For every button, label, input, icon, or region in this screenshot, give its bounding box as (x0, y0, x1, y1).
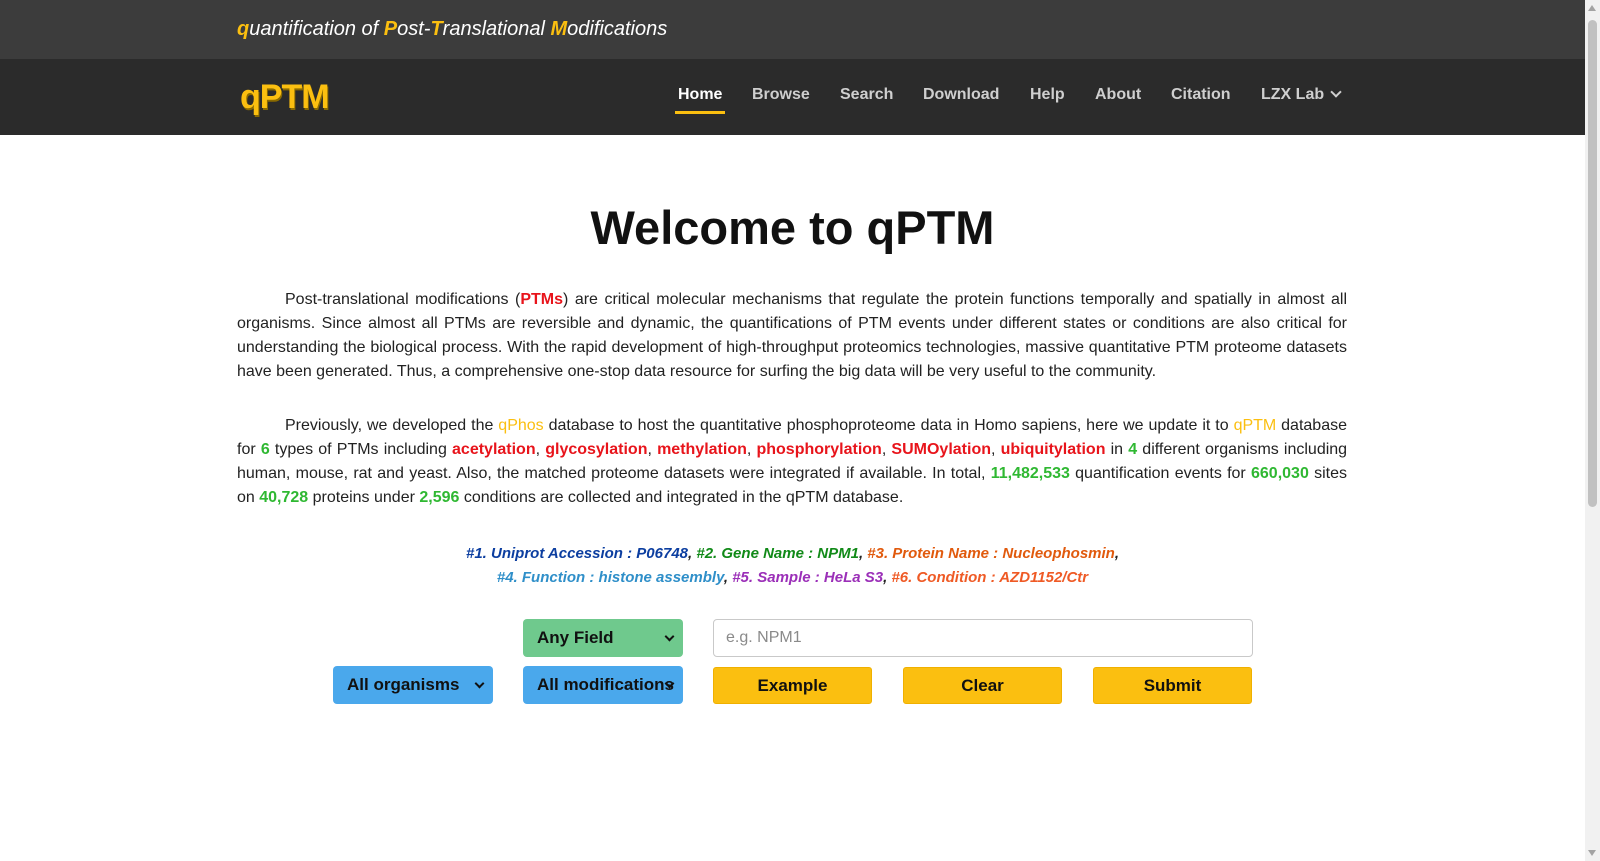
nav-about[interactable]: About (1095, 86, 1141, 104)
example-line-1: #1. Uniprot Accession : P06748, #2. Gene… (0, 542, 1585, 566)
summary-text-j: conditions are collected and integrated … (459, 489, 904, 506)
summary-text-i: proteins under (308, 489, 420, 506)
intro-text-a: Post-translational modifications ( (285, 291, 521, 308)
qptm-highlight: qPTM (1233, 417, 1277, 434)
tagline-m: M (550, 18, 568, 40)
submit-button[interactable]: Submit (1093, 667, 1252, 704)
tagline-q: q (237, 18, 250, 40)
example-protein-name[interactable]: #3. Protein Name : Nucleophosmin (867, 545, 1115, 562)
organism-select-value: All organisms (347, 675, 460, 694)
nav-lzx-lab-dropdown[interactable]: LZX Lab (1261, 86, 1342, 104)
separator: , (881, 441, 892, 458)
condition-count: 2,596 (419, 489, 460, 506)
ptms-highlight: PTMs (520, 291, 563, 308)
tagline-p: P (383, 18, 398, 40)
clear-button[interactable]: Clear (903, 667, 1062, 704)
tagline-t: T (430, 18, 443, 40)
tagline-bar: quantification of Post-Translational Mod… (0, 0, 1585, 59)
example-sample[interactable]: #5. Sample : HeLa S3 (732, 569, 883, 586)
scrollbar-thumb[interactable] (1588, 20, 1597, 507)
mod-acetylation: acetylation (452, 441, 536, 458)
summary-text-g: quantification events for (1069, 465, 1251, 482)
chevron-down-icon (664, 631, 675, 642)
separator: , (723, 569, 733, 586)
modification-select-value: All modifications (537, 675, 674, 694)
field-select-value: Any Field (537, 628, 614, 647)
mod-ubiquitylation: ubiquitylation (1000, 441, 1106, 458)
summary-text-a: Previously, we developed the (285, 417, 499, 434)
example-uniprot-accession[interactable]: #1. Uniprot Accession : P06748 (466, 545, 688, 562)
site-tagline: quantification of Post-Translational Mod… (237, 18, 667, 41)
scroll-down-arrow-icon[interactable] (1588, 850, 1596, 856)
example-gene-name[interactable]: #2. Gene Name : NPM1 (696, 545, 859, 562)
example-line-2: #4. Function : histone assembly, #5. Sam… (0, 566, 1585, 590)
nav-citation[interactable]: Citation (1171, 86, 1231, 104)
modification-select[interactable]: All modifications (523, 666, 683, 704)
event-count: 11,482,533 (990, 465, 1070, 482)
tagline-m-rest: odifications (567, 18, 668, 40)
nav-browse[interactable]: Browse (752, 86, 810, 104)
mod-glycosylation: glycosylation (545, 441, 648, 458)
ptm-type-count: 6 (260, 441, 270, 458)
organism-select[interactable]: All organisms (333, 666, 493, 704)
page-scrollbar[interactable] (1585, 0, 1600, 861)
intro-paragraph: Post-translational modifications (PTMs) … (237, 288, 1347, 384)
separator: , (535, 441, 546, 458)
example-condition[interactable]: #6. Condition : AZD1152/Ctr (891, 569, 1088, 586)
example-function[interactable]: #4. Function : histone assembly (497, 569, 724, 586)
mod-sumoylation: SUMOylation (891, 441, 991, 458)
example-button[interactable]: Example (713, 667, 872, 704)
protein-count: 40,728 (259, 489, 309, 506)
summary-text-b: database to host the quantitative phosph… (543, 417, 1234, 434)
chevron-down-icon (474, 678, 485, 689)
summary-text-e: in (1105, 441, 1129, 458)
separator: , (647, 441, 658, 458)
separator: , (1114, 545, 1120, 562)
qphos-link[interactable]: qPhos (498, 417, 543, 434)
search-input[interactable] (713, 619, 1253, 657)
site-count: 660,030 (1251, 465, 1309, 482)
nav-search[interactable]: Search (840, 86, 893, 104)
mod-methylation: methylation (657, 441, 747, 458)
nav-home[interactable]: Home (674, 86, 726, 114)
tagline-q-rest: uantification of (249, 18, 384, 40)
separator: , (990, 441, 1001, 458)
mod-phosphorylation: phosphorylation (756, 441, 882, 458)
field-select[interactable]: Any Field (523, 619, 683, 657)
example-queries: #1. Uniprot Accession : P06748, #2. Gene… (0, 542, 1585, 590)
chevron-down-icon (1330, 86, 1342, 98)
summary-paragraph: Previously, we developed the qPhos datab… (237, 414, 1347, 510)
scroll-up-arrow-icon[interactable] (1588, 5, 1596, 11)
nav-lzx-lab-label: LZX Lab (1261, 86, 1325, 103)
page-title: Welcome to qPTM (590, 201, 995, 254)
tagline-t-rest: ranslational (442, 18, 551, 40)
tagline-p-rest: ost- (397, 18, 431, 40)
summary-text-d: types of PTMs including (269, 441, 453, 458)
organism-count: 4 (1128, 441, 1138, 458)
main-navbar: qPTM Home Browse Search Download Help Ab… (0, 59, 1585, 135)
nav-help[interactable]: Help (1030, 86, 1065, 104)
nav-download[interactable]: Download (923, 86, 999, 104)
site-logo[interactable]: qPTM (240, 78, 330, 117)
